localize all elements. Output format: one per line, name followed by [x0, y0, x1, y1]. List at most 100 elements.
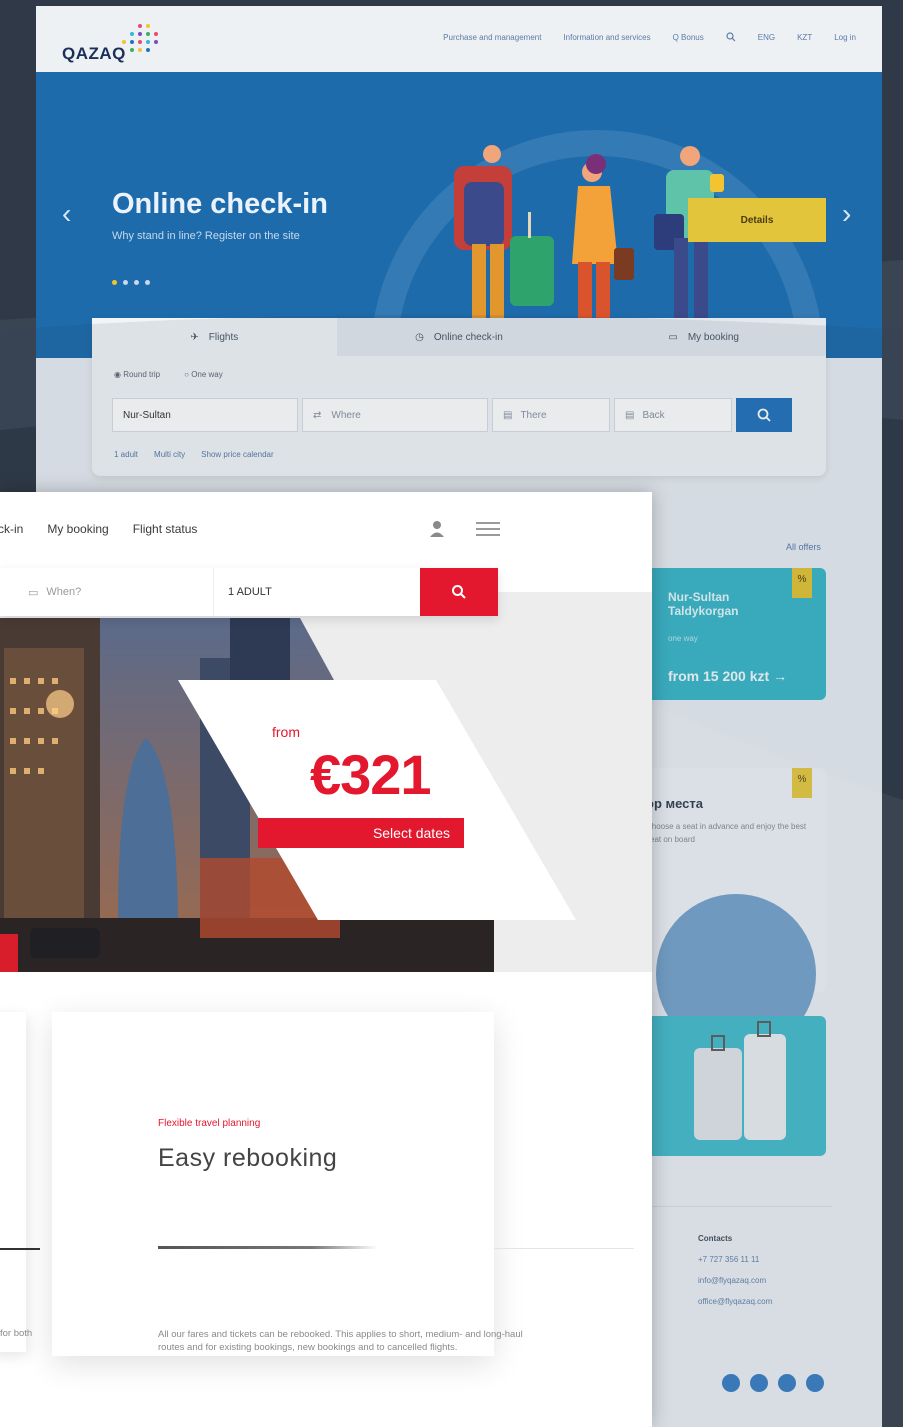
social-links — [722, 1374, 824, 1392]
to-placeholder: Where — [331, 409, 361, 421]
contacts-block: Contacts +7 727 356 11 11 info@flyqazaq.… — [698, 1228, 772, 1312]
logo-text: QAZAQ — [62, 44, 126, 63]
from-field[interactable]: Nur-Sultan — [112, 398, 298, 432]
search-icon[interactable] — [726, 32, 736, 42]
route-from: Nur-Sultan — [668, 590, 730, 604]
contact-email[interactable]: info@flyqazaq.com — [698, 1270, 772, 1291]
contact-email-office[interactable]: office@flyqazaq.com — [698, 1291, 772, 1312]
menu-icon[interactable] — [476, 522, 500, 540]
nav-checkin[interactable]: ck-in — [0, 522, 23, 536]
discount-badge: % — [792, 768, 812, 798]
left-card-text: for both — [0, 1328, 33, 1339]
tab-booking-label: My booking — [687, 331, 739, 343]
qazaq-nav: Purchase and management Information and … — [443, 32, 856, 42]
search-button[interactable] — [420, 568, 498, 616]
search-tabs: ✈ Flights ◷ Online check-in ▭ My booking — [92, 318, 827, 356]
to-field[interactable]: ⇄ Where — [302, 398, 488, 432]
card-tag: Flexible travel planning — [158, 1118, 261, 1129]
route-to: Taldykorgan — [668, 604, 739, 618]
slide-dot[interactable] — [145, 280, 150, 285]
nav-flight-status[interactable]: Flight status — [133, 522, 198, 536]
card-divider — [158, 1246, 378, 1249]
twitter-icon[interactable] — [750, 1374, 768, 1392]
multi-city-link[interactable]: Multi city — [154, 450, 185, 459]
airline-page-front: ck-in My booking Flight status ▭ When? 1… — [0, 492, 652, 1427]
tab-checkin-label: Online check-in — [433, 331, 503, 343]
calendar-icon: ▤ — [625, 409, 635, 421]
section-divider — [494, 1248, 634, 1249]
price-calendar-link[interactable]: Show price calendar — [201, 450, 273, 459]
depart-placeholder: There — [520, 409, 547, 421]
logo-dots-icon — [120, 24, 180, 58]
offer-route: Nur-Sultan Taldykorgan — [668, 590, 738, 618]
offer-card[interactable]: % Nur-Sultan Taldykorgan one way from 15… — [636, 568, 826, 700]
currency-select[interactable]: KZT — [797, 33, 812, 42]
card-title: Easy rebooking — [158, 1144, 338, 1172]
qazaq-header: QAZAQ Purchase and management Informatio… — [36, 6, 882, 72]
passengers-select[interactable]: 1 adult — [114, 450, 138, 459]
search-button[interactable] — [736, 398, 792, 432]
arrow-right-icon: → — [773, 668, 788, 684]
hero-banner: ‹ › Online check-in Why stand in line? R… — [36, 72, 882, 358]
tab-flights-label: Flights — [208, 331, 239, 343]
radio-one-way[interactable]: ○ One way — [184, 370, 223, 379]
return-placeholder: Back — [642, 409, 665, 421]
ticket-icon: ▭ — [668, 331, 678, 343]
front-nav-items: ck-in My booking Flight status — [0, 522, 197, 536]
nav-my-booking[interactable]: My booking — [47, 522, 108, 536]
front-search-bar: ▭ When? 1 ADULT — [0, 568, 498, 616]
previous-card[interactable] — [0, 1012, 40, 1352]
radio-round-trip-label: Round trip — [123, 370, 161, 379]
front-navbar: ck-in My booking Flight status — [0, 492, 652, 564]
login-link[interactable]: Log in — [834, 33, 856, 42]
calendar-icon: ▤ — [503, 409, 513, 421]
qazaq-logo[interactable]: QAZAQ — [62, 24, 182, 63]
search-icon — [757, 408, 771, 422]
contact-phone[interactable]: +7 727 356 11 11 — [698, 1249, 772, 1270]
discount-badge: % — [792, 568, 812, 598]
hero-title: Online check-in — [112, 188, 328, 220]
promo-price: €321 — [310, 743, 432, 806]
seat-card-text: Choose a seat in advance and enjoy the b… — [646, 822, 807, 844]
details-button[interactable]: Details — [688, 198, 826, 242]
route-type: one way — [668, 634, 698, 643]
slide-dot[interactable] — [112, 280, 117, 285]
slide-indicators — [112, 280, 150, 285]
passengers-field[interactable]: 1 ADULT — [214, 568, 420, 616]
instagram-icon[interactable] — [806, 1374, 824, 1392]
slide-dot[interactable] — [123, 280, 128, 285]
language-select[interactable]: ENG — [758, 33, 775, 42]
radio-one-way-label: One way — [191, 370, 223, 379]
radio-round-trip[interactable]: ◉ Round trip — [114, 370, 160, 379]
contacts-heading: Contacts — [698, 1234, 733, 1243]
depart-date-field[interactable]: ▤ There — [492, 398, 610, 432]
rebooking-card[interactable]: Flexible travel planning Easy rebooking — [52, 1012, 494, 1356]
footer-divider — [632, 1206, 832, 1207]
nav-information[interactable]: Information and services — [563, 33, 650, 42]
baggage-card[interactable] — [636, 1016, 826, 1156]
search-icon — [452, 585, 466, 599]
tab-my-booking[interactable]: ▭ My booking — [581, 318, 827, 356]
when-field[interactable]: ▭ When? — [0, 568, 214, 616]
next-slide-arrow[interactable]: › — [842, 200, 851, 228]
swap-icon[interactable]: ⇄ — [313, 410, 321, 421]
prev-slide-arrow[interactable]: ‹ — [62, 200, 71, 228]
nav-bonus[interactable]: Q Bonus — [673, 33, 704, 42]
nav-purchase[interactable]: Purchase and management — [443, 33, 541, 42]
seat-card-title: op места — [646, 796, 703, 811]
facebook-icon[interactable] — [722, 1374, 740, 1392]
luggage-illustration — [694, 1021, 786, 1140]
slide-dot[interactable] — [134, 280, 139, 285]
return-date-field[interactable]: ▤ Back — [614, 398, 732, 432]
tab-online-checkin[interactable]: ◷ Online check-in — [336, 318, 582, 356]
search-fields: Nur-Sultan ⇄ Where ▤ There ▤ Back — [112, 398, 792, 432]
all-offers-link[interactable]: All offers — [786, 542, 821, 552]
search-options: 1 adult Multi city Show price calendar — [114, 450, 274, 459]
select-dates-button[interactable]: Select dates — [258, 818, 464, 848]
youtube-icon[interactable] — [778, 1374, 796, 1392]
card-divider — [0, 1248, 40, 1250]
tab-flights[interactable]: ✈ Flights — [92, 318, 337, 356]
offer-price: from 15 200 kzt → — [668, 668, 787, 684]
user-icon[interactable] — [428, 520, 446, 538]
seat-selection-card[interactable]: % op места Choose a seat in advance and … — [636, 768, 826, 1054]
